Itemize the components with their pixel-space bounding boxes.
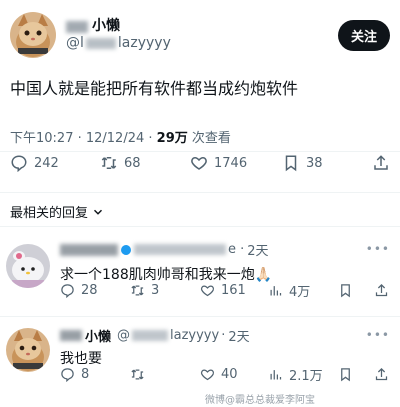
heart-icon bbox=[191, 156, 207, 170]
reply-header: e · 2天 bbox=[60, 240, 269, 259]
reply-icon bbox=[61, 367, 74, 382]
bookmark-count: 38 bbox=[306, 155, 323, 171]
bookmark-button[interactable]: 38 bbox=[282, 154, 323, 172]
bookmark-icon bbox=[341, 367, 350, 381]
reply-item[interactable]: 小懒 @ lazyyyy · 2天 ••• 我也要 8 40 2.1万 bbox=[0, 326, 400, 392]
retweet-icon bbox=[131, 369, 144, 379]
divider bbox=[0, 226, 400, 227]
views-label: 次查看 bbox=[187, 131, 231, 146]
retweet-button[interactable] bbox=[130, 367, 145, 382]
views-button[interactable]: 2.1万 bbox=[268, 365, 323, 384]
reply-avatar[interactable] bbox=[6, 328, 50, 372]
like-button[interactable]: 1746 bbox=[190, 154, 247, 172]
watermark: 微博@霸总总裁爱李阿宝 bbox=[205, 395, 315, 406]
share-icon bbox=[374, 155, 388, 170]
sort-label: 最相关的回复 bbox=[10, 206, 89, 221]
share-button[interactable] bbox=[374, 367, 389, 382]
reply-time-sep: · bbox=[221, 328, 226, 343]
reply-count: 8 bbox=[81, 366, 90, 382]
divider bbox=[0, 316, 400, 317]
reply-button[interactable]: 8 bbox=[60, 367, 89, 382]
reply-header: 小懒 @ lazyyyy · 2天 bbox=[60, 326, 250, 345]
bookmark-button[interactable] bbox=[338, 367, 353, 382]
reply-handle-end: e · bbox=[228, 242, 245, 257]
share-button[interactable] bbox=[372, 154, 390, 172]
bookmark-icon bbox=[285, 155, 297, 172]
reply-icon bbox=[61, 283, 74, 298]
blurred-reply-name[interactable] bbox=[60, 243, 118, 256]
heart-icon bbox=[200, 284, 215, 296]
reply-button[interactable]: 28 bbox=[60, 283, 98, 298]
retweet-count: 68 bbox=[124, 155, 141, 171]
blurred-handle-middle bbox=[85, 37, 116, 49]
tweet-header: 小懒 @l lazyyyy 关注 bbox=[10, 10, 390, 60]
views-chart-icon bbox=[270, 285, 282, 295]
reply-avatar[interactable] bbox=[6, 244, 50, 288]
author-display-name[interactable]: 小懒 bbox=[66, 18, 338, 35]
retweet-button[interactable]: 3 bbox=[130, 283, 159, 298]
display-name-text: 小懒 bbox=[92, 18, 120, 35]
reply-item[interactable]: e · 2天 ••• 求一个188肌肉帅哥和我来一炮🙏🏻 28 3 161 4万 bbox=[0, 240, 400, 308]
reply-handle-at: @ bbox=[117, 328, 131, 343]
author-handle[interactable]: @l lazyyyy bbox=[66, 35, 338, 52]
reply-count: 242 bbox=[34, 155, 59, 171]
heart-icon bbox=[200, 368, 215, 380]
handle-suffix: lazyyyy bbox=[117, 35, 171, 51]
retweet-icon bbox=[101, 157, 117, 169]
chevron-down-icon bbox=[94, 209, 103, 215]
blurred-reply-name-prefix bbox=[60, 330, 82, 341]
tweet-text: 中国人就是能把所有软件都当成约炮软件 bbox=[10, 79, 299, 98]
views-chart-icon bbox=[270, 369, 282, 379]
reply-time[interactable]: 2天 bbox=[247, 240, 268, 259]
blurred-reply-handle[interactable] bbox=[134, 244, 226, 255]
reply-text: 我也要 bbox=[60, 351, 102, 367]
like-count: 40 bbox=[221, 366, 238, 382]
author-avatar[interactable] bbox=[10, 12, 56, 58]
author-names: 小懒 @l lazyyyy bbox=[66, 18, 338, 52]
share-icon bbox=[375, 367, 388, 380]
like-button[interactable]: 161 bbox=[200, 283, 246, 298]
like-button[interactable]: 40 bbox=[200, 367, 238, 382]
divider bbox=[0, 192, 400, 193]
tweet-meta: 下午10:27 · 12/12/24 · 29万 次查看 bbox=[10, 127, 231, 146]
reply-time[interactable]: 2天 bbox=[228, 326, 249, 345]
handle-at: @l bbox=[66, 35, 84, 51]
reply-handle-suffix[interactable]: lazyyyy bbox=[170, 328, 219, 343]
more-options-icon[interactable]: ••• bbox=[366, 242, 390, 256]
views-count: 4万 bbox=[289, 284, 311, 300]
bookmark-button[interactable] bbox=[338, 283, 353, 298]
share-icon bbox=[375, 283, 388, 296]
tweet-timestamp[interactable]: 下午10:27 · 12/12/24 · bbox=[10, 131, 157, 146]
more-options-icon[interactable]: ••• bbox=[366, 328, 390, 342]
retweet-count: 3 bbox=[151, 282, 160, 298]
follow-button[interactable]: 关注 bbox=[337, 19, 390, 51]
divider bbox=[0, 151, 400, 152]
views-button[interactable]: 4万 bbox=[268, 281, 310, 300]
retweet-button[interactable]: 68 bbox=[100, 154, 141, 172]
blurred-reply-handle bbox=[132, 330, 169, 341]
like-count: 161 bbox=[221, 282, 246, 298]
reply-sort-selector[interactable]: 最相关的回复 bbox=[10, 202, 105, 221]
reply-display-name[interactable]: 小懒 bbox=[85, 326, 111, 345]
bookmark-icon bbox=[341, 283, 350, 297]
reply-text: 求一个188肌肉帅哥和我来一炮🙏🏻 bbox=[60, 267, 273, 283]
reply-icon bbox=[11, 155, 27, 172]
views-count: 2.1万 bbox=[289, 368, 323, 384]
share-button[interactable] bbox=[374, 283, 389, 298]
reply-count: 28 bbox=[81, 282, 98, 298]
reply-button[interactable]: 242 bbox=[10, 154, 59, 172]
views-count: 29万 bbox=[156, 131, 188, 146]
retweet-icon bbox=[131, 285, 144, 295]
verified-badge-icon bbox=[121, 244, 131, 255]
like-count: 1746 bbox=[214, 155, 248, 171]
blurred-name-prefix bbox=[66, 20, 88, 33]
